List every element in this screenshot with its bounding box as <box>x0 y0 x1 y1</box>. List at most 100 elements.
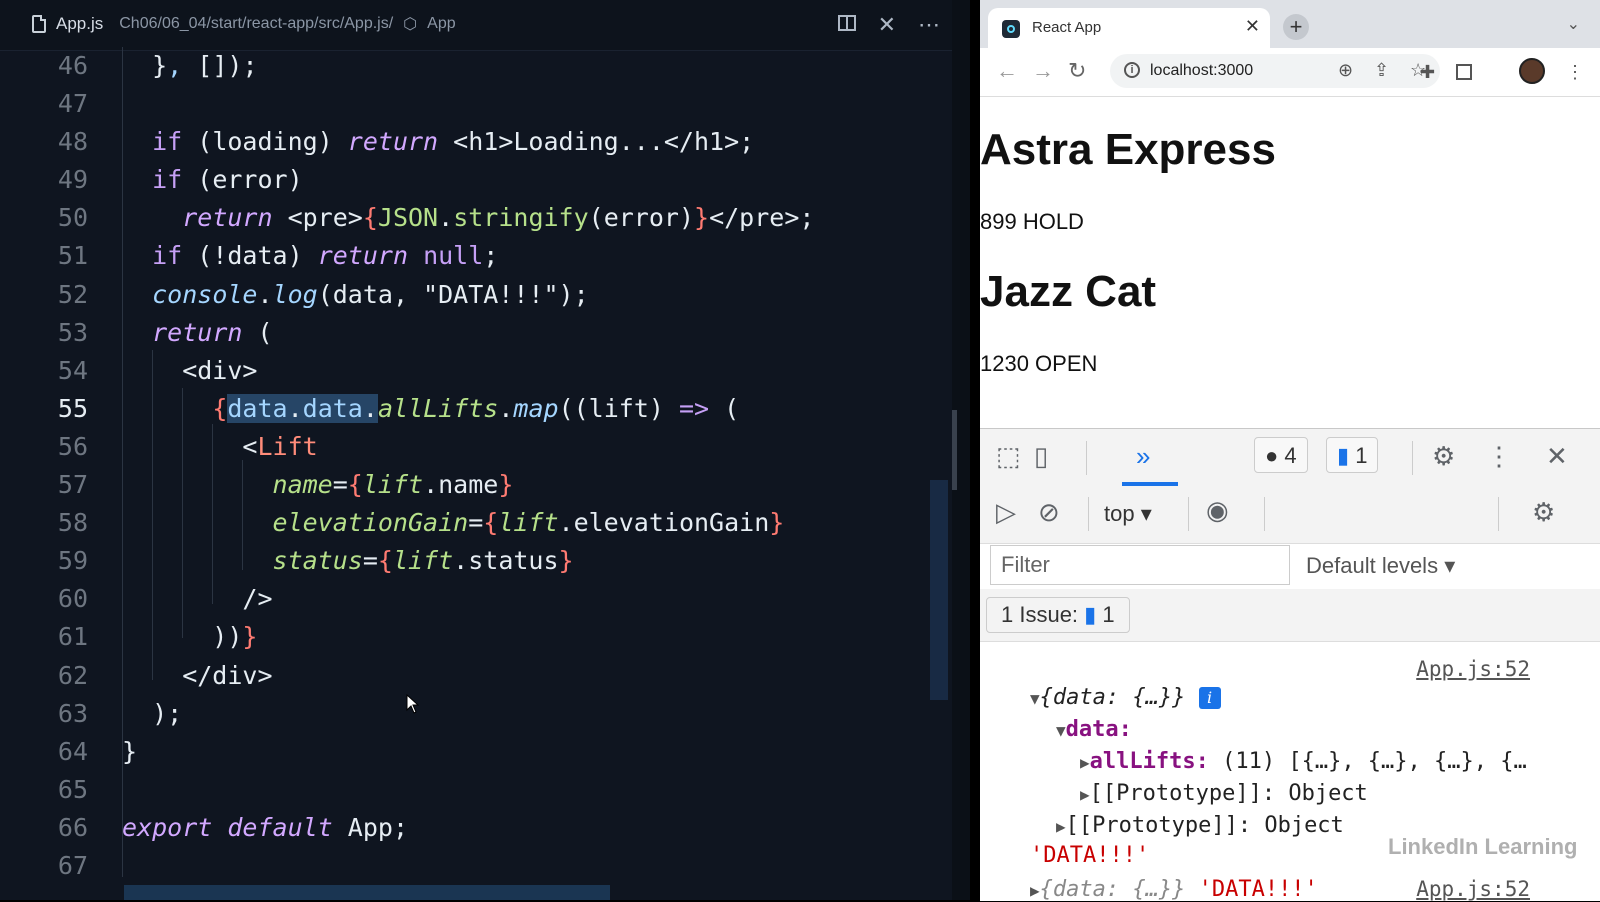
live-expression-eye-icon[interactable]: ◉ <box>1206 495 1229 526</box>
tab-search-chevron-icon[interactable]: ⌄ <box>1567 14 1580 34</box>
avatar[interactable] <box>1519 58 1545 84</box>
collapsed-triangle-icon[interactable]: ▶ <box>1080 753 1090 772</box>
code-line: 49 if (error) <box>0 161 930 199</box>
back-icon[interactable]: ← <box>996 58 1018 84</box>
sidebar-toggle-icon[interactable]: ▷ <box>996 497 1016 528</box>
log-string: 'DATA!!!' <box>1030 843 1150 868</box>
breadcrumb-symbol[interactable]: App <box>427 15 455 33</box>
divider <box>1086 441 1087 475</box>
inspect-element-icon[interactable]: ⬚ <box>996 441 1021 472</box>
divider <box>1188 497 1189 531</box>
device-toolbar-icon[interactable]: ▯ <box>1034 441 1048 472</box>
log-levels-dropdown[interactable]: Default levels ▾ <box>1306 553 1455 579</box>
active-tab-indicator <box>1122 482 1178 486</box>
line-number: 57 <box>57 470 88 500</box>
expand-triangle-icon[interactable]: ▼ <box>1030 689 1040 708</box>
new-tab-button[interactable]: + <box>1283 14 1309 40</box>
alllifts-value: (11) [{…}, {…}, {…}, {… <box>1222 749 1527 774</box>
code-line: 63 ); <box>0 695 930 733</box>
browser-tab[interactable]: React App ✕ <box>988 8 1270 48</box>
info-icon[interactable]: i <box>1198 687 1221 709</box>
log-root-text: {data: {…}} <box>1039 685 1186 710</box>
context-select[interactable]: top ▾ <box>1104 501 1152 527</box>
tab-close-icon[interactable]: ✕ <box>1245 16 1260 37</box>
zoom-icon[interactable]: ⊕ <box>1338 60 1353 81</box>
code-line: 62 </div> <box>0 657 930 695</box>
code-editor: App.js Ch06/06_04/start/react-app/src/Ap… <box>0 0 970 900</box>
code-line: 50 return <pre>{JSON.stringify(error)}</… <box>0 199 930 237</box>
prototype-value: Object <box>1288 781 1368 806</box>
log-prototype-node[interactable]: ▶[[Prototype]]: Object <box>1080 781 1368 806</box>
code-line: 54 <div> <box>0 352 930 390</box>
line-number: 49 <box>57 165 88 195</box>
log-object-root[interactable]: ▼{data: {…}} i <box>1030 685 1221 710</box>
divider <box>1412 441 1413 475</box>
site-info-icon[interactable]: i <box>1124 62 1140 78</box>
extensions-icon[interactable]: ✚ <box>1420 62 1435 83</box>
line-number: 65 <box>57 774 88 804</box>
code-line: 52 console.log(data, "DATA!!!"); <box>0 276 930 314</box>
line-number: 54 <box>57 355 88 385</box>
log-object-root[interactable]: ▶{data: {…}} 'DATA!!!' <box>1030 877 1318 902</box>
console-filter-input[interactable]: Filter <box>990 545 1290 585</box>
log-prototype-node[interactable]: ▶[[Prototype]]: Object <box>1056 813 1344 838</box>
reload-icon[interactable]: ↻ <box>1068 58 1086 84</box>
address-bar[interactable]: i localhost:3000 ⊕ ⇪ ☆ <box>1110 54 1440 88</box>
lift-info: 899 HOLD <box>980 209 1084 234</box>
line-number: 59 <box>57 546 88 576</box>
line-number: 48 <box>57 127 88 157</box>
devtools-panel: ⬚ ▯ » ● 4 ▮ 1 ⚙ ⋮ ✕ ▷ ⊘ top ▾ ◉ ⚙ Filter… <box>980 428 1600 902</box>
messages-badge[interactable]: ▮ 1 <box>1326 437 1379 473</box>
divider <box>1264 497 1265 531</box>
editor-scrollbar-thumb[interactable] <box>930 480 948 700</box>
tab-strip: React App ✕ + ⌄ <box>980 0 1600 48</box>
more-icon[interactable]: ⋯ <box>918 12 940 38</box>
line-number: 56 <box>57 431 88 461</box>
errors-badge[interactable]: ● 4 <box>1254 437 1308 473</box>
message-icon: ▮ <box>1337 443 1350 468</box>
customize-menu-icon[interactable]: ⋮ <box>1486 441 1512 472</box>
collapsed-triangle-icon[interactable]: ▶ <box>1080 785 1090 804</box>
line-number: 47 <box>57 89 88 119</box>
code-line-active: 55 {data.data.allLifts.map((lift) => ( <box>0 390 930 428</box>
code-line: 58 elevationGain={lift.elevationGain} <box>0 504 930 542</box>
close-devtools-icon[interactable]: ✕ <box>1546 441 1568 472</box>
close-icon[interactable]: ✕ <box>878 12 896 38</box>
log-data-node[interactable]: ▼data: <box>1056 717 1132 742</box>
code-area[interactable]: 46 }, []); 47 48 if (loading) return <h1… <box>0 47 930 885</box>
issues-button[interactable]: 1 Issue: ▮ 1 <box>986 597 1130 633</box>
url-text[interactable]: localhost:3000 <box>1150 62 1253 80</box>
sash-handle[interactable] <box>952 410 957 490</box>
line-number: 64 <box>57 736 88 766</box>
horizontal-scrollbar[interactable] <box>124 885 610 900</box>
devtools-toolbar: ⬚ ▯ » ● 4 ▮ 1 ⚙ ⋮ ✕ <box>980 429 1600 488</box>
editor-tab[interactable]: App.js Ch06/06_04/start/react-app/src/Ap… <box>32 14 456 34</box>
log-alllifts-node[interactable]: ▶allLifts: (11) [{…}, {…}, {…}, {… <box>1080 749 1527 774</box>
settings-gear-icon[interactable]: ⚙ <box>1432 441 1455 472</box>
line-number: 62 <box>57 660 88 690</box>
line-number: 50 <box>57 203 88 233</box>
collapsed-triangle-icon[interactable]: ▶ <box>1056 817 1066 836</box>
messages-count: 1 <box>1355 443 1368 468</box>
console-settings-gear-icon[interactable]: ⚙ <box>1532 497 1555 528</box>
menu-icon[interactable]: ⋮ <box>1566 62 1584 83</box>
clear-console-icon[interactable]: ⊘ <box>1038 497 1060 528</box>
error-dot-icon: ● <box>1265 443 1279 468</box>
split-editor-icon[interactable] <box>837 15 856 31</box>
source-link[interactable]: App.js:52 <box>1416 657 1530 681</box>
code-line: 64} <box>0 733 930 771</box>
forward-icon[interactable]: → <box>1032 58 1054 84</box>
line-number: 66 <box>57 812 88 842</box>
more-tabs-icon[interactable]: » <box>1136 441 1150 472</box>
source-link[interactable]: App.js:52 <box>1416 877 1530 901</box>
share-icon[interactable]: ⇪ <box>1374 60 1389 81</box>
expand-triangle-icon[interactable]: ▼ <box>1056 721 1066 740</box>
issues-count: 1 <box>1102 602 1115 627</box>
sidebar-icon[interactable] <box>1456 64 1472 80</box>
line-number: 60 <box>57 584 88 614</box>
code-line: 46 }, []); <box>0 47 930 85</box>
editor-path[interactable]: Ch06/06_04/start/react-app/src/App.js/ <box>119 15 393 33</box>
code-line: 56 <Lift <box>0 428 930 466</box>
collapsed-triangle-icon[interactable]: ▶ <box>1030 881 1040 900</box>
editor-tab-bar: App.js Ch06/06_04/start/react-app/src/Ap… <box>0 0 970 51</box>
